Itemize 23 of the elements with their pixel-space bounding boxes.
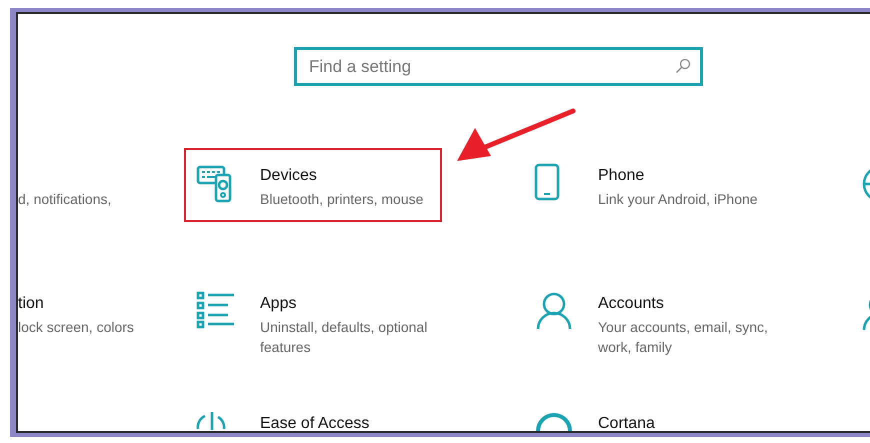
tile-title: Devices — [260, 166, 318, 186]
settings-tile[interactable]: Phone Link your Android, iPhone — [522, 148, 780, 222]
settings-tile[interactable]: d, notifications, — [18, 148, 180, 222]
tile-title: Ease of Access — [260, 414, 370, 431]
tile-description: lock screen, colors — [18, 318, 135, 337]
search-icon — [675, 58, 691, 74]
list-icon — [196, 291, 236, 329]
settings-tile[interactable]: Ease of Access — [184, 396, 442, 431]
phone-icon — [534, 163, 560, 201]
settings-tile[interactable]: tion lock screen, colors — [18, 276, 180, 350]
accessibility-icon — [196, 411, 226, 431]
search-field[interactable]: Find a setting — [294, 47, 703, 86]
tile-description: Bluetooth, printers, mouse — [260, 190, 424, 209]
tile-description: d, notifications, — [18, 190, 112, 209]
person-icon — [534, 291, 574, 331]
settings-tile[interactable]: Cortana — [522, 396, 780, 431]
tile-title: tion — [18, 294, 45, 314]
tile-title: Cortana — [598, 414, 656, 431]
tile-title: Accounts — [598, 294, 665, 314]
tile-description: Link your Android, iPhone — [598, 190, 759, 209]
tile-title: Apps — [260, 294, 298, 314]
tile-description: Your accounts, email, sync, work, family — [598, 318, 769, 357]
tile-title: Phone — [598, 166, 646, 186]
